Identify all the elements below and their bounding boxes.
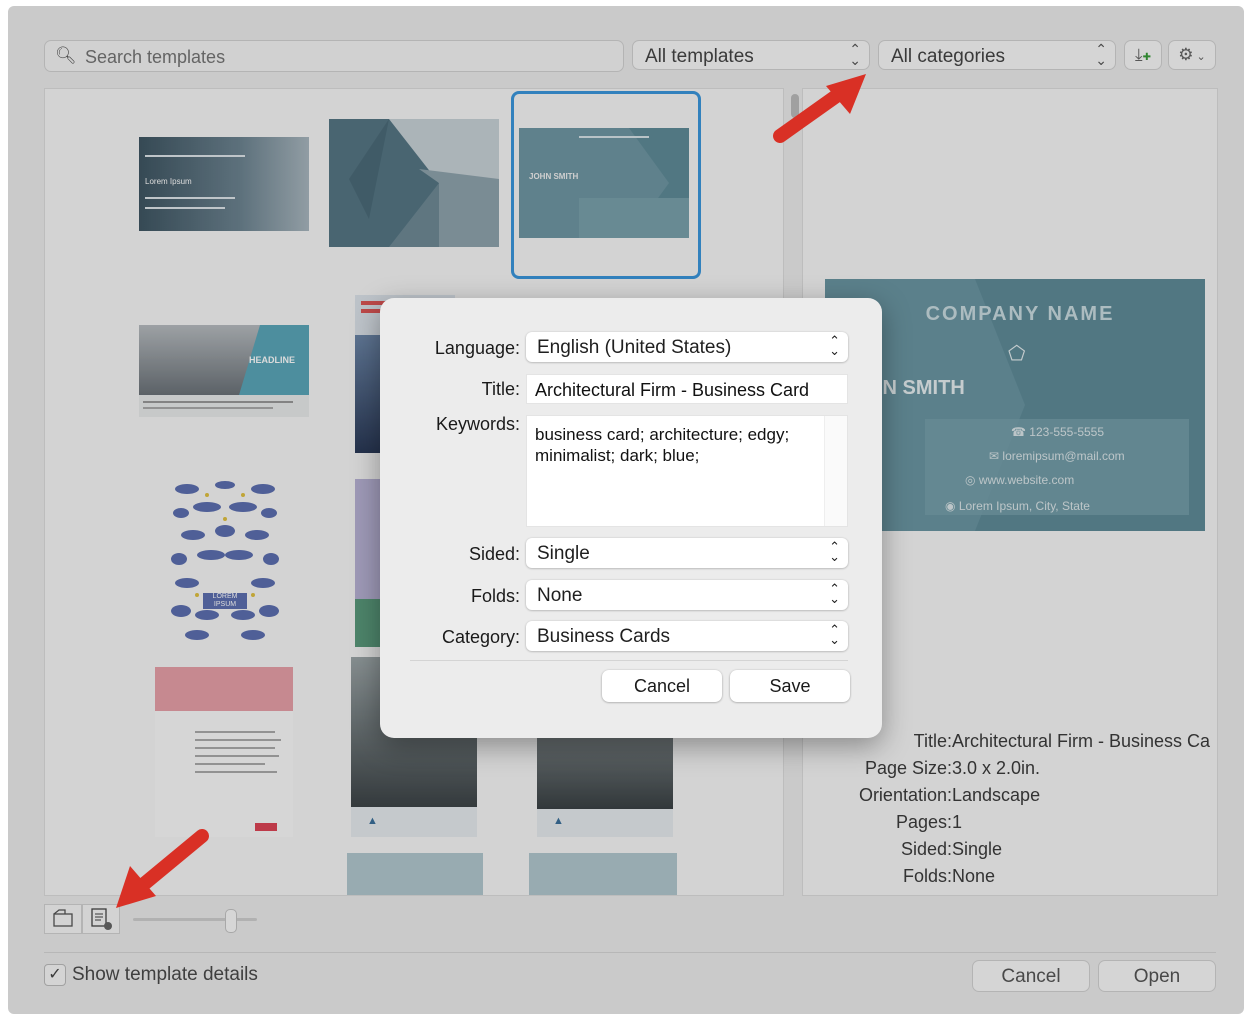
open-button[interactable]: Open — [1098, 960, 1216, 992]
thumbnail-text: Lorem Ipsum — [145, 177, 192, 186]
show-template-details-checkbox[interactable]: ✓ — [44, 964, 66, 986]
chevron-down-icon: ⌄ — [1193, 51, 1206, 63]
mail-icon: ✉ — [989, 449, 1000, 463]
logo-icon: ⬠ — [1008, 343, 1026, 365]
popup-arrows-icon: ⌃ ⌄ — [1095, 41, 1107, 68]
detail-page-size: Page Size:3.0 x 2.0in. — [864, 758, 1041, 778]
thumbnail-text: JOHN SMITH — [529, 172, 579, 181]
thumbnail-size-slider[interactable] — [133, 909, 257, 933]
dialog-divider — [410, 660, 848, 661]
template-thumbnail-selected[interactable]: JOHN SMITH — [511, 91, 701, 279]
folder-icon — [53, 909, 73, 927]
categories-filter-popup[interactable]: All categories ⌃ ⌄ — [878, 40, 1116, 70]
search-input[interactable] — [83, 45, 607, 69]
popup-arrows-icon: ⌃ ⌄ — [829, 539, 840, 564]
thumbnail-art — [329, 119, 499, 247]
detail-pages: Pages:1 — [895, 812, 963, 832]
folds-label: Folds: — [470, 586, 520, 606]
category-value: Business Cards — [537, 626, 671, 647]
keywords-value: business card; architecture; edgy; minim… — [535, 425, 790, 465]
show-template-details-label: Show template details — [72, 964, 258, 985]
slider-knob[interactable] — [225, 909, 237, 933]
title-label: Title: — [481, 379, 520, 399]
template-preview: COMPANY NAME ⬠ IN SMITH ☎ 123-555-5555 ✉… — [825, 279, 1205, 531]
annotation-arrow-top — [773, 74, 866, 143]
folds-value: None — [537, 585, 583, 606]
annotation-arrow-bottom — [116, 829, 209, 908]
detail-folds: Folds:None — [902, 866, 996, 886]
popup-arrows-icon: ⌃ ⌄ — [829, 581, 840, 606]
keywords-scrollbar[interactable] — [824, 416, 847, 526]
template-thumbnail[interactable] — [155, 667, 293, 837]
template-thumbnail[interactable] — [529, 853, 677, 895]
footer-divider — [44, 952, 1216, 953]
dialog-cancel-button[interactable]: Cancel — [602, 670, 722, 702]
import-icon: ⤓✚ — [1135, 45, 1151, 64]
language-value: English (United States) — [537, 337, 732, 358]
thumbnail-text: LOREM IPSUM — [203, 593, 247, 609]
sided-label: Sided: — [468, 544, 520, 564]
folds-popup[interactable]: None ⌃ ⌄ — [526, 580, 848, 610]
template-thumbnail[interactable] — [347, 853, 483, 895]
template-thumbnail[interactable]: LOREM IPSUM — [167, 475, 283, 645]
popup-arrows-icon: ⌃ ⌄ — [829, 333, 840, 358]
sided-popup[interactable]: Single ⌃ ⌄ — [526, 538, 848, 568]
settings-menu-button[interactable]: ⚙ ⌄ — [1168, 40, 1216, 70]
language-popup[interactable]: English (United States) ⌃ ⌄ — [526, 332, 848, 362]
language-label: Language: — [434, 338, 520, 358]
search-field[interactable]: 🔍︎ — [44, 40, 624, 72]
template-thumbnail[interactable]: Lorem Ipsum — [139, 137, 309, 231]
preview-name: IN SMITH — [877, 377, 965, 399]
sided-value: Single — [537, 543, 590, 564]
template-thumbnail[interactable]: HEADLINE — [139, 325, 309, 417]
template-info-dialog: Language: English (United States) ⌃ ⌄ Tit… — [380, 298, 882, 738]
preview-company: COMPANY NAME — [925, 303, 1115, 325]
preview-email: ✉ loremipsum@mail.com — [989, 449, 1125, 463]
gear-icon: ⚙ — [1178, 45, 1194, 64]
templates-filter-value: All templates — [645, 46, 754, 67]
category-popup[interactable]: Business Cards ⌃ ⌄ — [526, 621, 848, 651]
cancel-button[interactable]: Cancel — [972, 960, 1090, 992]
thumbnail-art — [171, 481, 279, 640]
pin-icon: ◉ — [945, 499, 956, 513]
templates-filter-popup[interactable]: All templates ⌃ ⌄ — [632, 40, 870, 70]
phone-icon: ☎ — [1011, 425, 1026, 439]
detail-sided: Sided:Single — [900, 839, 1003, 859]
search-icon: 🔍︎ — [55, 46, 77, 65]
keywords-label: Keywords: — [435, 414, 520, 434]
popup-arrows-icon: ⌃ ⌄ — [829, 622, 840, 647]
keywords-field[interactable]: business card; architecture; edgy; minim… — [526, 415, 848, 527]
preview-phone: ☎ 123-555-5555 — [1011, 425, 1105, 439]
preview-web: ◎ www.website.com — [965, 473, 1075, 487]
thumbnail-text: HEADLINE — [249, 355, 296, 365]
import-template-button[interactable]: ⤓✚ — [1124, 40, 1162, 70]
template-thumbnail[interactable] — [329, 119, 499, 247]
show-folder-button[interactable] — [44, 904, 82, 934]
detail-orientation: Orientation:Landscape — [858, 785, 1041, 805]
title-field[interactable]: Architectural Firm - Business Card — [526, 374, 848, 404]
preview-address: ◉ Lorem Ipsum, City, State — [945, 499, 1090, 513]
globe-icon: ◎ — [965, 473, 976, 487]
popup-arrows-icon: ⌃ ⌄ — [849, 41, 861, 68]
dialog-save-button[interactable]: Save — [730, 670, 850, 702]
category-label: Category: — [441, 627, 520, 647]
categories-filter-value: All categories — [891, 46, 1006, 67]
